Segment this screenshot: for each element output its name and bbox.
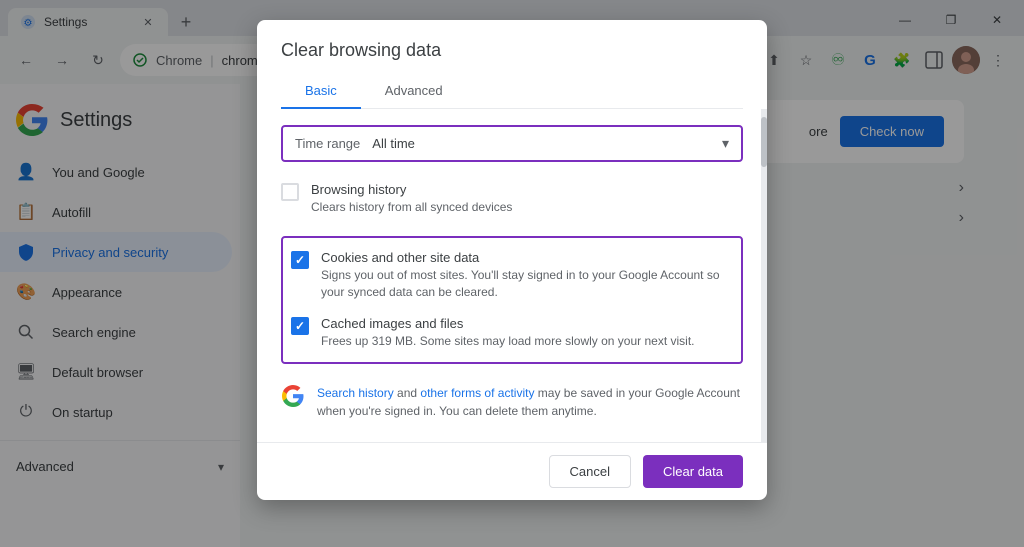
dialog-body: Time range All time Last hour Last 24 ho… [257, 109, 767, 442]
browsing-history-title: Browsing history [311, 182, 512, 197]
modal-backdrop: Clear browsing data Basic Advanced Time … [0, 0, 1024, 547]
dialog-header: Clear browsing data Basic Advanced [257, 20, 767, 109]
dialog-tabs: Basic Advanced [281, 73, 743, 109]
tab-basic[interactable]: Basic [281, 73, 361, 108]
google-info-text: Search history and other forms of activi… [317, 384, 743, 420]
time-range-arrow-icon: ▾ [722, 135, 729, 152]
cookies-text: Cookies and other site data Signs you ou… [321, 250, 733, 301]
tab-advanced[interactable]: Advanced [361, 73, 467, 108]
clear-data-button[interactable]: Clear data [643, 455, 743, 488]
other-forms-link[interactable]: other forms of activity [420, 386, 534, 400]
cached-item: Cached images and files Frees up 319 MB.… [291, 308, 733, 358]
time-range-dropdown[interactable]: All time Last hour Last 24 hours Last 7 … [372, 136, 710, 151]
time-range-selector[interactable]: Time range All time Last hour Last 24 ho… [281, 125, 743, 162]
dialog-scrollbar[interactable] [761, 109, 767, 442]
browsing-history-text: Browsing history Clears history from all… [311, 182, 512, 216]
browsing-history-item: Browsing history Clears history from all… [281, 174, 743, 224]
time-range-label: Time range [295, 136, 360, 151]
search-history-link[interactable]: Search history [317, 386, 394, 400]
cookies-desc: Signs you out of most sites. You'll stay… [321, 267, 733, 301]
google-info-row: Search history and other forms of activi… [281, 376, 743, 428]
cancel-button[interactable]: Cancel [549, 455, 631, 488]
dialog-body-wrapper: Time range All time Last hour Last 24 ho… [257, 109, 767, 442]
cached-text: Cached images and files Frees up 319 MB.… [321, 316, 694, 350]
dialog-footer: Cancel Clear data [257, 442, 767, 500]
browsing-history-checkbox[interactable] [281, 183, 299, 201]
browsing-history-desc: Clears history from all synced devices [311, 199, 512, 216]
browser-frame: ⚙ Settings ✕ + — ❐ ✕ ← → ↻ Chrome | [0, 0, 1024, 547]
google-g-icon [281, 384, 305, 408]
highlighted-section: Cookies and other site data Signs you ou… [281, 236, 743, 364]
cookies-checkbox[interactable] [291, 251, 309, 269]
cookies-item: Cookies and other site data Signs you ou… [291, 242, 733, 309]
dialog-title: Clear browsing data [281, 40, 743, 61]
cookies-title: Cookies and other site data [321, 250, 733, 265]
clear-browsing-dialog: Clear browsing data Basic Advanced Time … [257, 20, 767, 500]
cached-title: Cached images and files [321, 316, 694, 331]
cached-desc: Frees up 319 MB. Some sites may load mor… [321, 333, 694, 350]
dialog-scrollbar-thumb [761, 117, 767, 167]
cached-checkbox[interactable] [291, 317, 309, 335]
